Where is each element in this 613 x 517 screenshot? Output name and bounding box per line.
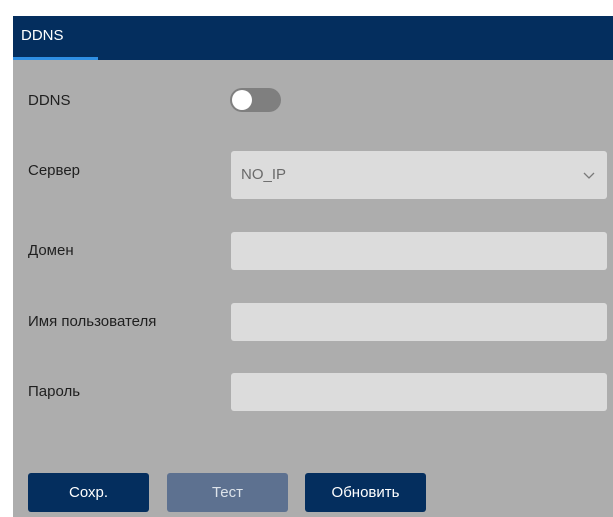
domain-input[interactable] bbox=[231, 232, 607, 270]
save-button[interactable]: Сохр. bbox=[28, 473, 149, 512]
ddns-toggle-label: DDNS bbox=[28, 92, 71, 109]
server-label: Сервер bbox=[28, 162, 81, 179]
active-tab-indicator bbox=[13, 57, 98, 60]
username-label: Имя пользователя bbox=[28, 313, 157, 330]
server-select-value: NO_IP bbox=[241, 166, 287, 183]
domain-label: Домен bbox=[28, 242, 74, 259]
password-input[interactable] bbox=[231, 373, 607, 411]
ddns-settings-panel: DDNS DDNS Сервер NO_IP Домен Имя пользов… bbox=[13, 16, 613, 517]
chevron-down-icon bbox=[583, 172, 595, 179]
toggle-knob bbox=[232, 90, 252, 110]
ddns-enable-toggle[interactable] bbox=[230, 88, 281, 112]
domain-field[interactable] bbox=[231, 232, 607, 270]
password-label: Пароль bbox=[28, 383, 81, 400]
refresh-button[interactable]: Обновить bbox=[305, 473, 426, 512]
username-input[interactable] bbox=[231, 303, 607, 341]
password-field[interactable] bbox=[231, 373, 607, 411]
username-field[interactable] bbox=[231, 303, 607, 341]
test-button[interactable]: Тест bbox=[167, 473, 288, 512]
tab-ddns-label: DDNS bbox=[21, 27, 64, 44]
tab-ddns[interactable]: DDNS bbox=[13, 16, 98, 60]
panel-header: DDNS bbox=[13, 16, 613, 60]
server-select[interactable]: NO_IP bbox=[231, 151, 607, 199]
